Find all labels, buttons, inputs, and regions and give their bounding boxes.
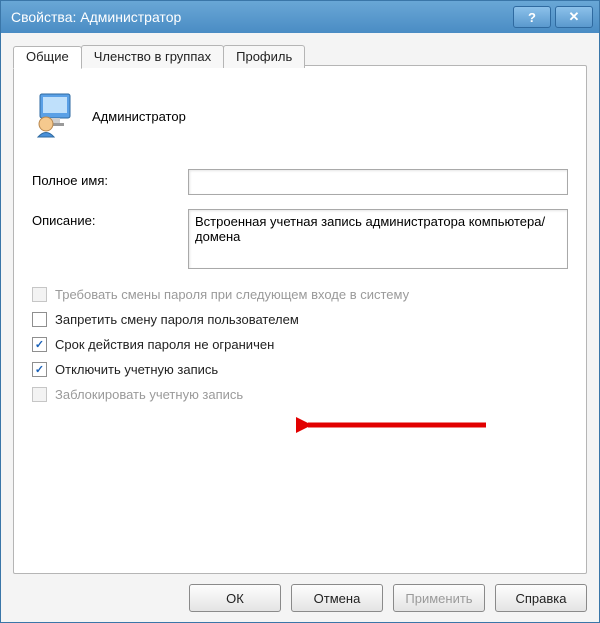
window-title: Свойства: Администратор [11, 9, 509, 25]
help-dialog-button[interactable]: Справка [495, 584, 587, 612]
checkbox-account-disabled[interactable]: ✓ Отключить учетную запись [32, 362, 568, 377]
cancel-button[interactable]: Отмена [291, 584, 383, 612]
checkbox-box: ✓ [32, 337, 47, 352]
full-name-label: Полное имя: [32, 169, 188, 188]
tab-panel: Общие Членство в группах Профиль Админис… [13, 65, 587, 574]
close-button[interactable]: ✕ [555, 6, 593, 28]
checkbox-box [32, 387, 47, 402]
help-button[interactable]: ? [513, 6, 551, 28]
user-display-name: Администратор [92, 109, 186, 124]
checkbox-box: ✓ [32, 362, 47, 377]
annotation-arrow-icon [296, 410, 496, 440]
tab-strip: Общие Членство в группах Профиль [13, 45, 304, 68]
row-full-name: Полное имя: [32, 169, 568, 195]
checkbox-must-change-password: Требовать смены пароля при следующем вхо… [32, 287, 568, 302]
properties-window: Свойства: Администратор ? ✕ Общие Членст… [0, 0, 600, 623]
user-header: Администратор [32, 92, 568, 141]
apply-button[interactable]: Применить [393, 584, 485, 612]
checkbox-label: Отключить учетную запись [55, 362, 218, 377]
ok-button[interactable]: ОК [189, 584, 281, 612]
checkbox-box [32, 287, 47, 302]
description-input[interactable]: Встроенная учетная запись администратора… [188, 209, 568, 269]
full-name-input[interactable] [188, 169, 568, 195]
checkbox-label: Запретить смену пароля пользователем [55, 312, 299, 327]
checkbox-box [32, 312, 47, 327]
checkbox-label: Требовать смены пароля при следующем вхо… [55, 287, 409, 302]
checkbox-group: Требовать смены пароля при следующем вхо… [32, 287, 568, 402]
checkbox-label: Заблокировать учетную запись [55, 387, 243, 402]
button-row: ОК Отмена Применить Справка [13, 574, 587, 612]
titlebar[interactable]: Свойства: Администратор ? ✕ [1, 1, 599, 33]
row-description: Описание: Встроенная учетная запись адми… [32, 209, 568, 269]
client-area: Общие Членство в группах Профиль Админис… [1, 33, 599, 622]
tab-membership[interactable]: Членство в группах [81, 45, 224, 68]
checkbox-cannot-change-password[interactable]: Запретить смену пароля пользователем [32, 312, 568, 327]
description-label: Описание: [32, 209, 188, 228]
tab-general[interactable]: Общие [13, 46, 82, 69]
user-icon [32, 92, 78, 141]
tab-profile[interactable]: Профиль [223, 45, 305, 68]
checkbox-password-never-expires[interactable]: ✓ Срок действия пароля не ограничен [32, 337, 568, 352]
checkbox-label: Срок действия пароля не ограничен [55, 337, 274, 352]
checkbox-account-locked: Заблокировать учетную запись [32, 387, 568, 402]
